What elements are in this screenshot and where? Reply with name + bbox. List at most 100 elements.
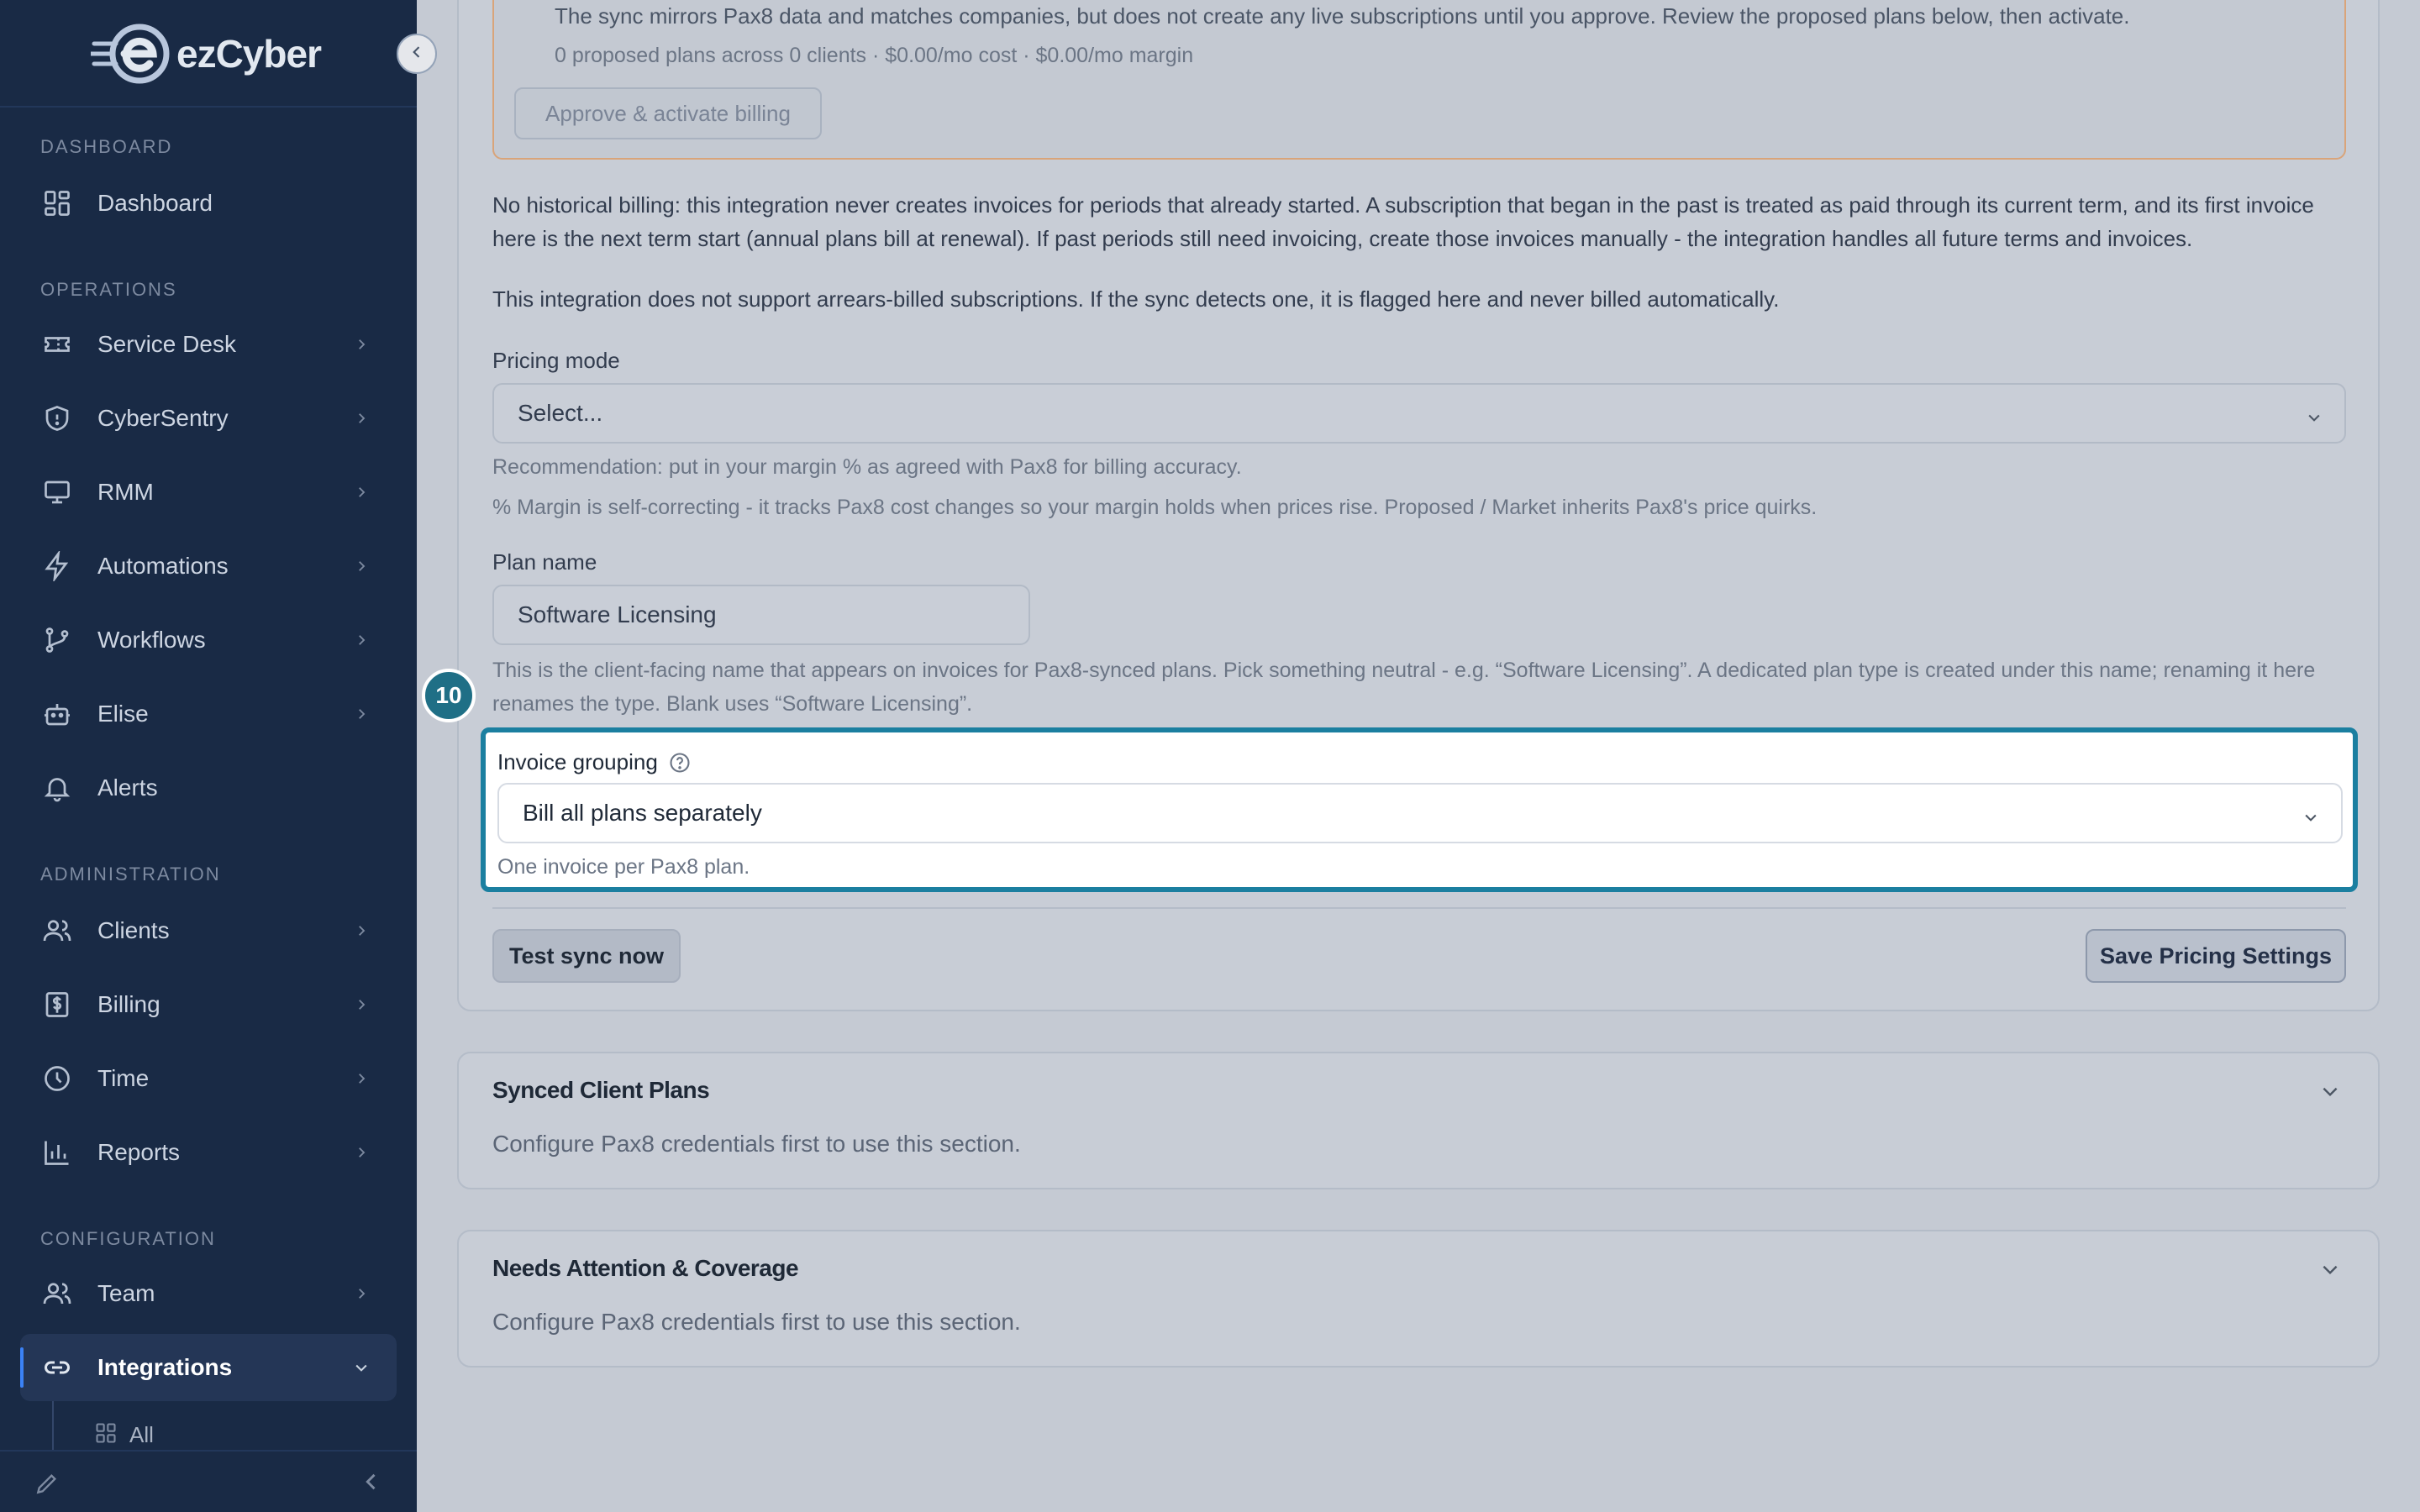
chevron-right-icon <box>350 1141 373 1164</box>
monitor-icon <box>40 475 74 509</box>
sidebar-item-billing[interactable]: Billing <box>20 971 397 1038</box>
plan-name-value: Software Licensing <box>518 601 717 627</box>
users-icon <box>40 1277 74 1310</box>
sidebar-item-label: Automations <box>97 553 229 579</box>
pencil-icon[interactable] <box>34 1470 60 1501</box>
section-label-dashboard: DASHBOARD <box>40 136 173 157</box>
grid-icon <box>94 1421 118 1449</box>
sidebar-item-alerts[interactable]: Alerts <box>20 754 397 822</box>
sidebar-item-label: CyberSentry <box>97 405 229 431</box>
sidebar-item-reports[interactable]: Reports <box>20 1119 397 1186</box>
sidebar: ezCyber DASHBOARD Dashboard OPERATIONS S… <box>0 0 417 1512</box>
approve-activate-billing-button[interactable]: Approve & activate billing <box>514 87 822 139</box>
sidebar-item-label: Team <box>97 1280 155 1306</box>
sidebar-item-team[interactable]: Team <box>20 1260 397 1327</box>
sidebar-item-dashboard[interactable]: Dashboard <box>20 170 397 237</box>
needs-attention-section[interactable] <box>457 1230 2380 1368</box>
test-sync-button[interactable]: Test sync now <box>492 929 681 983</box>
sidebar-item-rmm[interactable]: RMM <box>20 459 397 526</box>
subnav-line <box>52 1401 54 1452</box>
chevron-left-icon <box>408 44 425 65</box>
invoice-grouping-highlight: Invoice grouping Bill all plans separate… <box>481 727 2358 892</box>
sidebar-item-automations[interactable]: Automations <box>20 533 397 600</box>
pricing-mode-help-1: Recommendation: put in your margin % as … <box>492 455 1242 479</box>
clock-icon <box>40 1062 74 1095</box>
ticket-icon <box>40 328 74 361</box>
help-circle-icon[interactable] <box>668 751 692 774</box>
step-badge: 10 <box>422 669 476 722</box>
logo-text: ezCyber <box>176 32 322 76</box>
chevron-down-icon[interactable] <box>2319 1258 2341 1284</box>
ezcyber-logo-mark-icon <box>91 24 170 84</box>
sidebar-item-label: Workflows <box>97 627 206 653</box>
pricing-mode-value: Select... <box>518 400 603 426</box>
sidebar-subitem-label: All <box>129 1422 154 1447</box>
chevron-right-icon <box>350 407 373 430</box>
sidebar-item-workflows[interactable]: Workflows <box>20 606 397 674</box>
chevron-right-icon <box>350 480 373 504</box>
bar-chart-icon <box>40 1136 74 1169</box>
bell-icon <box>40 771 74 805</box>
sidebar-item-label: Clients <box>97 917 170 943</box>
logo-row: ezCyber <box>0 0 417 108</box>
plan-name-help: This is the client-facing name that appe… <box>492 659 2316 716</box>
git-branch-icon <box>40 623 74 657</box>
chevron-down-icon <box>350 1356 373 1379</box>
sidebar-item-integrations[interactable]: Integrations <box>20 1334 397 1401</box>
chevron-right-icon <box>350 702 373 726</box>
divider <box>492 907 2346 909</box>
approval-text: The sync mirrors Pax8 data and matches c… <box>555 3 2130 29</box>
chevron-right-icon <box>350 919 373 942</box>
pricing-mode-select[interactable]: Select... <box>492 383 2346 444</box>
save-pricing-settings-button[interactable]: Save Pricing Settings <box>2086 929 2346 983</box>
pricing-mode-help-2: % Margin is self-correcting - it tracks … <box>492 496 1818 519</box>
needs-attention-title[interactable]: Needs Attention & Coverage <box>492 1255 799 1282</box>
sidebar-item-label: Reports <box>97 1139 181 1165</box>
plan-name-input[interactable]: Software Licensing <box>492 585 1030 645</box>
sidebar-item-label: Alerts <box>97 774 158 801</box>
chevron-down-icon <box>2302 805 2319 832</box>
invoice-grouping-help: One invoice per Pax8 plan. <box>497 855 750 879</box>
sidebar-item-label: Time <box>97 1065 150 1091</box>
chevron-right-icon <box>350 1282 373 1305</box>
dollar-receipt-icon <box>40 988 74 1021</box>
sidebar-item-label: Billing <box>97 991 160 1017</box>
synced-client-plans-section[interactable] <box>457 1052 2380 1189</box>
sidebar-item-clients[interactable]: Clients <box>20 897 397 964</box>
chevron-right-icon <box>350 554 373 578</box>
sidebar-item-cybersentry[interactable]: CyberSentry <box>20 385 397 452</box>
shield-icon <box>40 402 74 435</box>
users-icon <box>40 914 74 948</box>
grid-icon <box>40 186 74 220</box>
chevron-left-icon[interactable] <box>360 1470 383 1498</box>
synced-client-plans-body: Configure Pax8 credentials first to use … <box>492 1131 1021 1157</box>
plan-name-label: Plan name <box>492 549 597 575</box>
invoice-grouping-label-row: Invoice grouping <box>497 749 692 775</box>
bot-icon <box>40 697 74 731</box>
section-label-administration: ADMINISTRATION <box>40 864 221 885</box>
sidebar-collapse-button[interactable] <box>397 34 437 74</box>
chevron-down-icon[interactable] <box>2319 1080 2341 1106</box>
section-label-operations: OPERATIONS <box>40 279 177 300</box>
chevron-right-icon <box>350 993 373 1016</box>
lightning-icon <box>40 549 74 583</box>
arrears-note: This integration does not support arrear… <box>492 286 1780 312</box>
invoice-grouping-select[interactable]: Bill all plans separately <box>497 783 2343 843</box>
sidebar-footer <box>0 1450 417 1512</box>
link-icon <box>40 1351 74 1384</box>
sidebar-item-label: RMM <box>97 479 154 505</box>
sidebar-item-label: Dashboard <box>97 190 213 216</box>
sidebar-subitem-all[interactable]: All <box>94 1421 154 1449</box>
sidebar-item-label: Integrations <box>97 1354 233 1380</box>
invoice-grouping-value: Bill all plans separately <box>523 800 762 826</box>
sidebar-item-label: Elise <box>97 701 149 727</box>
chevron-right-icon <box>350 333 373 356</box>
chevron-down-icon <box>2306 405 2323 432</box>
sidebar-item-elise[interactable]: Elise <box>20 680 397 748</box>
active-indicator <box>20 1347 24 1388</box>
synced-client-plans-title[interactable]: Synced Client Plans <box>492 1077 710 1104</box>
sidebar-item-service-desk[interactable]: Service Desk <box>20 311 397 378</box>
approval-summary: 0 proposed plans across 0 clients · $0.0… <box>555 44 1194 67</box>
sidebar-item-time[interactable]: Time <box>20 1045 397 1112</box>
ezcyber-logo[interactable]: ezCyber <box>91 20 322 87</box>
